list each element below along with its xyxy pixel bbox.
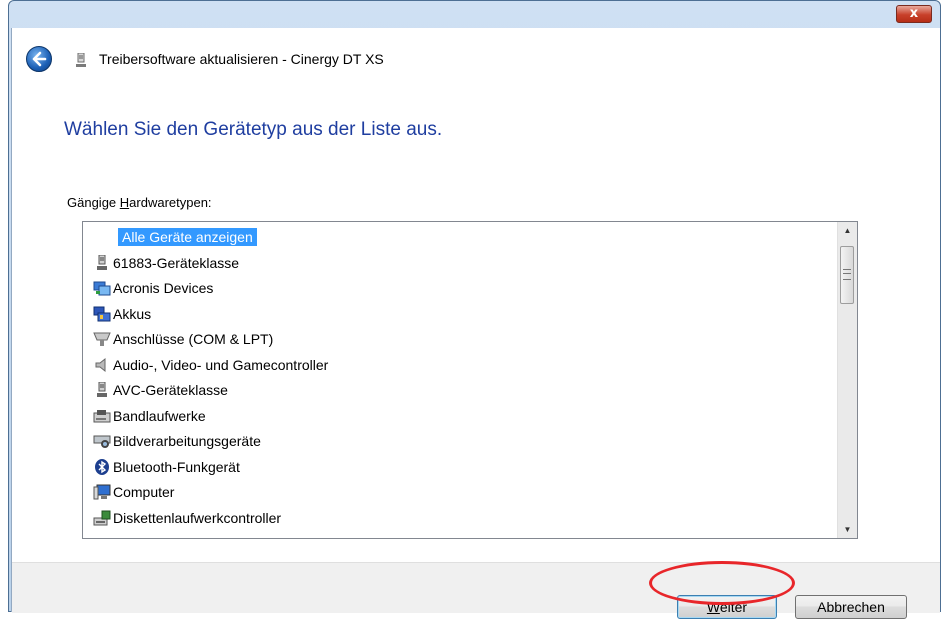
back-arrow-icon <box>32 51 47 67</box>
item-label: AVC-Geräteklasse <box>113 382 228 398</box>
device-type-item[interactable]: AVC-Geräteklasse <box>93 379 228 401</box>
device-type-item[interactable]: Audio-, Video- und Gamecontroller <box>93 354 328 376</box>
hardware-types-label: Gängige Hardwaretypen: <box>67 195 212 210</box>
speaker-icon <box>93 357 111 373</box>
device-type-item[interactable]: Anschlüsse (COM & LPT) <box>93 328 273 350</box>
item-label: Diskettenlaufwerkcontroller <box>113 509 282 526</box>
hardware-type-listbox[interactable]: Alle Geräte anzeigen 61883-Geräteklasse Ac… <box>82 221 858 539</box>
scanner-icon <box>93 433 111 449</box>
dialog-title: Treibersoftware aktualisieren - Cinergy … <box>99 51 384 67</box>
bluetooth-icon <box>93 458 111 475</box>
computer-icon <box>93 484 111 500</box>
device-type-item[interactable]: Akkus <box>93 303 151 325</box>
device-type-item[interactable]: Acronis Devices <box>93 277 213 299</box>
item-label: Bluetooth-Funkgerät <box>113 458 240 475</box>
port-icon <box>93 331 111 347</box>
device-type-item[interactable]: Bandlaufwerke <box>93 405 206 427</box>
scroll-thumb[interactable] <box>840 246 854 304</box>
scroll-down-arrow-icon[interactable]: ▼ <box>838 521 857 538</box>
item-label: Anschlüsse (COM & LPT) <box>113 331 274 347</box>
item-label: Bildverarbeitungsgeräte <box>113 433 261 449</box>
item-label: Akkus <box>113 305 152 322</box>
tape-drive-icon <box>93 408 111 424</box>
item-label: Audio-, Video- und Gamecontroller <box>113 356 329 373</box>
button-bar: Weiter Abbrechen <box>12 562 940 619</box>
device-connector-icon <box>76 53 86 67</box>
item-label: Acronis Devices <box>113 280 214 296</box>
device-type-item[interactable]: Computer <box>93 481 174 503</box>
close-button[interactable]: x <box>896 5 932 23</box>
connector-icon <box>93 381 111 398</box>
selected-item-label: Alle Geräte anzeigen <box>118 228 257 246</box>
back-button[interactable] <box>26 46 52 72</box>
device-type-item[interactable]: Alle Geräte anzeigen <box>93 226 257 248</box>
item-label: 61883-Geräteklasse <box>113 254 240 271</box>
cancel-button[interactable]: Abbrechen <box>795 595 907 619</box>
red-highlight-circle <box>649 561 795 605</box>
item-label: Computer <box>113 484 175 500</box>
device-type-item[interactable]: 61883-Geräteklasse <box>93 252 239 274</box>
page-heading: Wählen Sie den Gerätetyp aus der Liste a… <box>64 119 443 140</box>
device-type-item[interactable]: Bildverarbeitungsgeräte <box>93 430 261 452</box>
device-type-item[interactable]: Bluetooth-Funkgerät <box>93 456 240 478</box>
scroll-up-arrow-icon[interactable]: ▲ <box>838 222 857 239</box>
device-type-item[interactable]: Diskettenlaufwerkcontroller <box>93 507 281 529</box>
vertical-scrollbar[interactable]: ▲ ▼ <box>837 222 857 538</box>
floppy-controller-icon <box>93 510 111 526</box>
item-label: Bandlaufwerke <box>113 407 206 424</box>
network-device-icon <box>93 280 111 296</box>
battery-icon <box>93 306 111 322</box>
dialog-client-area: Treibersoftware aktualisieren - Cinergy … <box>11 28 940 619</box>
connector-icon <box>93 254 111 271</box>
